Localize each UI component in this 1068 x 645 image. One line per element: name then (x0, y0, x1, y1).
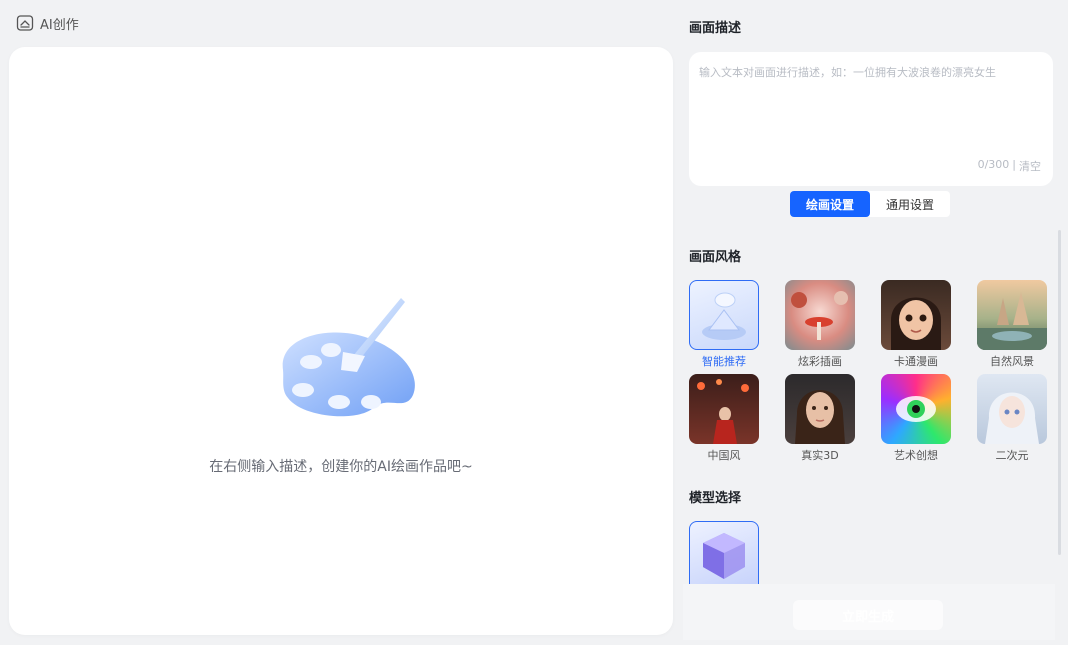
style-item-art[interactable]: 艺术创想 (881, 374, 951, 462)
model-title: 模型选择 (689, 491, 742, 506)
description-footer: 0/300 | 清空 (978, 158, 1041, 174)
tab-general-settings[interactable]: 通用设置 (870, 191, 950, 217)
panel-scrollbar[interactable] (1058, 230, 1061, 555)
style-thumb-smart (689, 280, 759, 350)
style-label: 二次元 (995, 449, 1029, 462)
style-label: 炫彩插画 (798, 355, 842, 368)
app-root: AI创作 在右侧输入描述，创建你的AI绘画作品吧~ 画面描述 输入文本对画面进行… (0, 0, 1068, 645)
style-thumb-real-3d (785, 374, 855, 444)
home-icon[interactable] (16, 14, 34, 32)
empty-hint: 在右侧输入描述，创建你的AI绘画作品吧~ (209, 459, 473, 475)
separator: | (1012, 158, 1016, 171)
style-thumb-anime (977, 374, 1047, 444)
style-item-chinese[interactable]: 中国风 (689, 374, 759, 462)
style-item-anime[interactable]: 二次元 (977, 374, 1047, 462)
description-input[interactable] (699, 64, 1043, 150)
header[interactable]: AI创作 (16, 12, 79, 34)
style-label: 卡通漫画 (894, 355, 938, 368)
style-title: 画面风格 (689, 250, 742, 265)
settings-tabs: 绘画设置 通用设置 (790, 191, 950, 217)
description-box: 0/300 | 清空 (689, 52, 1053, 186)
style-label: 智能推荐 (702, 355, 746, 368)
style-item-cartoon[interactable]: 卡通漫画 (881, 280, 951, 368)
char-counter: 0/300 (977, 158, 1010, 171)
canvas-area: 在右侧输入描述，创建你的AI绘画作品吧~ (9, 47, 673, 635)
style-item-landscape[interactable]: 自然风景 (977, 280, 1047, 368)
tab-drawing-settings[interactable]: 绘画设置 (790, 191, 870, 217)
style-label: 自然风景 (990, 355, 1034, 368)
style-label: 真实3D (801, 449, 839, 462)
clear-button[interactable]: 清空 (1019, 158, 1041, 174)
style-thumb-chinese (689, 374, 759, 444)
style-label: 中国风 (707, 449, 741, 462)
style-item-colorful[interactable]: 炫彩插画 (785, 280, 855, 368)
description-title: 画面描述 (689, 21, 742, 36)
style-thumb-colorful (785, 280, 855, 350)
style-item-smart[interactable]: 智能推荐 (689, 280, 759, 368)
palette-icon (282, 298, 415, 417)
style-label: 艺术创想 (894, 449, 938, 462)
bottom-bar: 立即生成 (683, 584, 1055, 640)
header-title: AI创作 (40, 17, 79, 33)
style-thumb-landscape (977, 280, 1047, 350)
settings-panel: 画面描述 0/300 | 清空 绘画设置 通用设置 画面风格 (683, 0, 1059, 645)
generate-button[interactable]: 立即生成 (793, 600, 943, 630)
cube-icon (703, 533, 745, 579)
model-item-default[interactable] (689, 521, 759, 585)
style-thumb-cartoon (881, 280, 951, 350)
style-item-real-3d[interactable]: 真实3D (785, 374, 855, 462)
style-thumb-art (881, 374, 951, 444)
